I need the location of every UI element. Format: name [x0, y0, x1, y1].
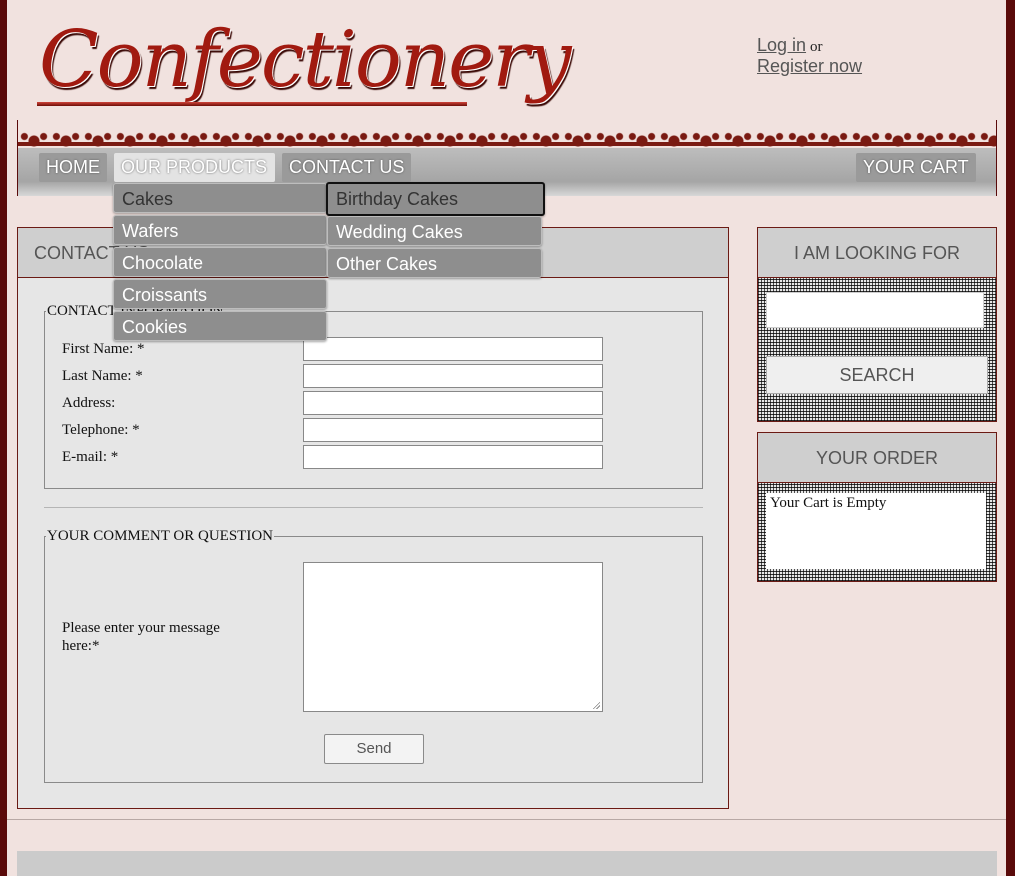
- footer-divider: [7, 819, 1006, 820]
- logo[interactable]: Confectionery: [37, 12, 572, 108]
- telephone-input[interactable]: [303, 418, 603, 442]
- ornament-border: [17, 120, 997, 150]
- nav-home[interactable]: HOME: [39, 153, 107, 182]
- menu-item-chocolate[interactable]: Chocolate: [113, 247, 327, 277]
- address-input[interactable]: [303, 391, 603, 415]
- auth-links: Log in or Register now: [757, 35, 862, 77]
- order-box: YOUR ORDER Your Cart is Empty: [757, 432, 997, 582]
- menu-item-croissants[interactable]: Croissants: [113, 279, 327, 309]
- send-button[interactable]: Send: [324, 734, 424, 764]
- nav-contact-us[interactable]: CONTACT US: [282, 153, 412, 182]
- logo-underline: [37, 102, 467, 106]
- login-link[interactable]: Log in: [757, 35, 806, 55]
- nav-our-products[interactable]: OUR PRODUCTS: [114, 153, 275, 182]
- message-label: Please enter your message here:*: [62, 620, 220, 654]
- message-textarea[interactable]: [303, 562, 603, 712]
- resize-grip-icon[interactable]: [592, 701, 600, 709]
- last-name-input[interactable]: [303, 364, 603, 388]
- address-label: Address:: [62, 395, 116, 411]
- search-input[interactable]: [766, 292, 984, 328]
- menu-item-cakes[interactable]: Cakes: [113, 183, 327, 213]
- nav-your-cart[interactable]: YOUR CART: [856, 153, 976, 182]
- menu-item-wafers[interactable]: Wafers: [113, 215, 327, 245]
- page: Confectionery Log in or Register now HOME…: [7, 0, 1006, 876]
- or-text: or: [810, 39, 823, 55]
- submenu-item-wedding-cakes[interactable]: Wedding Cakes: [327, 216, 542, 246]
- divider: [44, 507, 703, 508]
- first-name-input[interactable]: [303, 337, 603, 361]
- submenu-item-birthday-cakes[interactable]: Birthday Cakes: [326, 182, 545, 216]
- submenu-item-other-cakes[interactable]: Other Cakes: [327, 248, 542, 278]
- search-title: I AM LOOKING FOR: [758, 228, 996, 278]
- email-input[interactable]: [303, 445, 603, 469]
- register-link[interactable]: Register now: [757, 56, 862, 77]
- logo-text: Confectionery: [39, 15, 572, 105]
- search-box: I AM LOOKING FOR SEARCH: [757, 227, 997, 422]
- comment-legend: YOUR COMMENT OR QUESTION: [47, 528, 273, 544]
- footer: [17, 851, 997, 876]
- search-button[interactable]: SEARCH: [766, 356, 988, 394]
- cart-status: Your Cart is Empty: [766, 493, 986, 569]
- order-title: YOUR ORDER: [758, 433, 996, 483]
- telephone-label: Telephone: *: [62, 422, 140, 438]
- email-label: E-mail: *: [62, 449, 119, 465]
- first-name-label: First Name: *: [62, 341, 145, 357]
- last-name-label: Last Name: *: [62, 368, 143, 384]
- menu-item-cookies[interactable]: Cookies: [113, 311, 327, 341]
